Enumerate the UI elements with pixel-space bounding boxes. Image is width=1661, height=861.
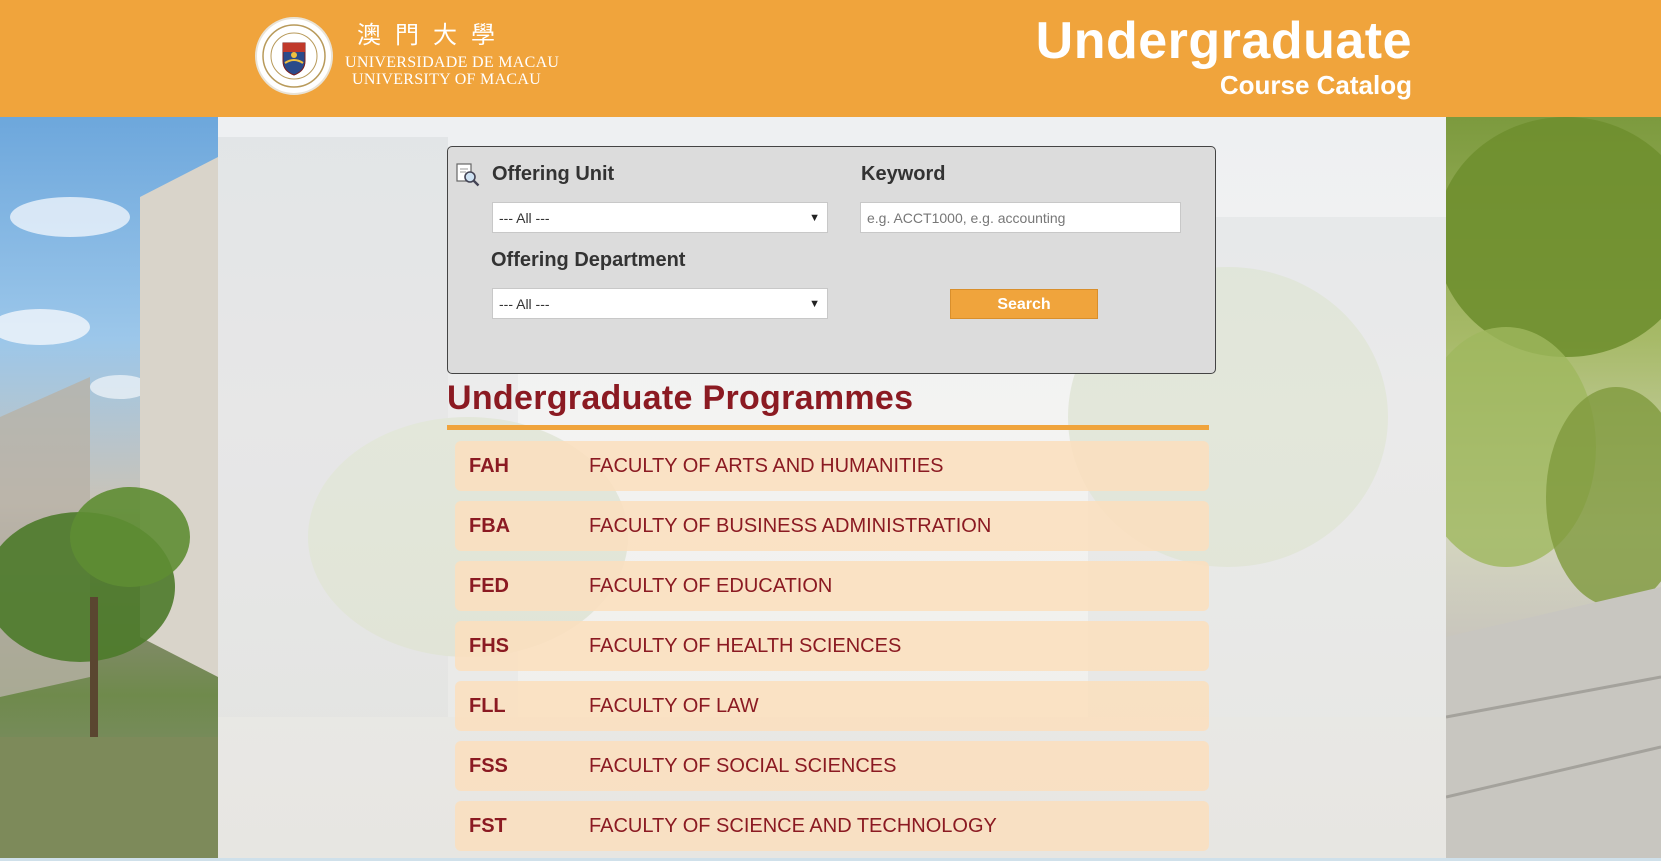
faculty-row-fed[interactable]: FED FACULTY OF EDUCATION <box>455 561 1209 611</box>
faculty-name: FACULTY OF HEALTH SCIENCES <box>589 635 902 657</box>
faculty-name: FACULTY OF EDUCATION <box>589 575 833 597</box>
faculty-row-fhs[interactable]: FHS FACULTY OF HEALTH SCIENCES <box>455 621 1209 671</box>
offering-department-label: Offering Department <box>491 249 686 271</box>
offering-unit-label: Offering Unit <box>492 163 615 185</box>
faculty-name: FACULTY OF SCIENCE AND TECHNOLOGY <box>589 815 997 837</box>
faculty-code: FBA <box>469 515 511 537</box>
faculty-row-fll[interactable]: FLL FACULTY OF LAW <box>455 681 1209 731</box>
faculty-list: FAH FACULTY OF ARTS AND HUMANITIES FBA F… <box>455 441 1209 861</box>
faculty-row-fah[interactable]: FAH FACULTY OF ARTS AND HUMANITIES <box>455 441 1209 491</box>
faculty-row-fss[interactable]: FSS FACULTY OF SOCIAL SCIENCES <box>455 741 1209 791</box>
faculty-name: FACULTY OF ARTS AND HUMANITIES <box>589 455 944 477</box>
programmes-heading: Undergraduate Programmes <box>447 379 914 417</box>
logo-portuguese-name: UNIVERSIDADE DE MACAU <box>345 53 560 71</box>
course-search-panel: Offering Unit --- All --- ▼ Offering Dep… <box>447 146 1216 374</box>
faculty-code: FST <box>469 815 507 837</box>
site-header: 澳門大學 UNIVERSIDADE DE MACAU UNIVERSITY OF… <box>0 0 1661 117</box>
offering-department-select[interactable]: --- All --- ▼ <box>492 288 828 319</box>
keyword-input[interactable]: e.g. ACCT1000, e.g. accounting <box>860 202 1181 233</box>
heading-divider <box>447 425 1209 430</box>
faculty-code: FED <box>469 575 509 597</box>
university-logo[interactable]: 澳門大學 UNIVERSIDADE DE MACAU UNIVERSITY OF… <box>255 16 559 96</box>
faculty-code: FSS <box>469 755 508 777</box>
faculty-code: FLL <box>469 695 506 717</box>
campus-photo-right <box>1446 117 1661 858</box>
offering-unit-value: --- All --- <box>499 210 550 226</box>
campus-photo-left <box>0 117 218 858</box>
faculty-name: FACULTY OF LAW <box>589 695 759 717</box>
university-seal-icon <box>255 17 333 95</box>
search-icon <box>456 163 480 187</box>
dropdown-arrow-icon: ▼ <box>809 298 820 310</box>
faculty-row-fst[interactable]: FST FACULTY OF SCIENCE AND TECHNOLOGY <box>455 801 1209 851</box>
keyword-label: Keyword <box>861 163 946 185</box>
page-subtitle: Course Catalog <box>1219 70 1412 100</box>
faculty-name: FACULTY OF SOCIAL SCIENCES <box>589 755 897 777</box>
faculty-code: FHS <box>469 635 509 657</box>
faculty-code: FAH <box>469 455 509 477</box>
faculty-row-fba[interactable]: FBA FACULTY OF BUSINESS ADMINISTRATION <box>455 501 1209 551</box>
faculty-name: FACULTY OF BUSINESS ADMINISTRATION <box>589 515 992 537</box>
offering-unit-select[interactable]: --- All --- ▼ <box>492 202 828 233</box>
search-button[interactable]: Search <box>950 289 1098 319</box>
dropdown-arrow-icon: ▼ <box>809 212 820 224</box>
logo-english-name: UNIVERSITY OF MACAU <box>352 70 542 88</box>
page-title: Undergraduate <box>1035 12 1412 70</box>
offering-department-value: --- All --- <box>499 296 550 312</box>
logo-chinese-name: 澳門大學 <box>357 22 509 49</box>
